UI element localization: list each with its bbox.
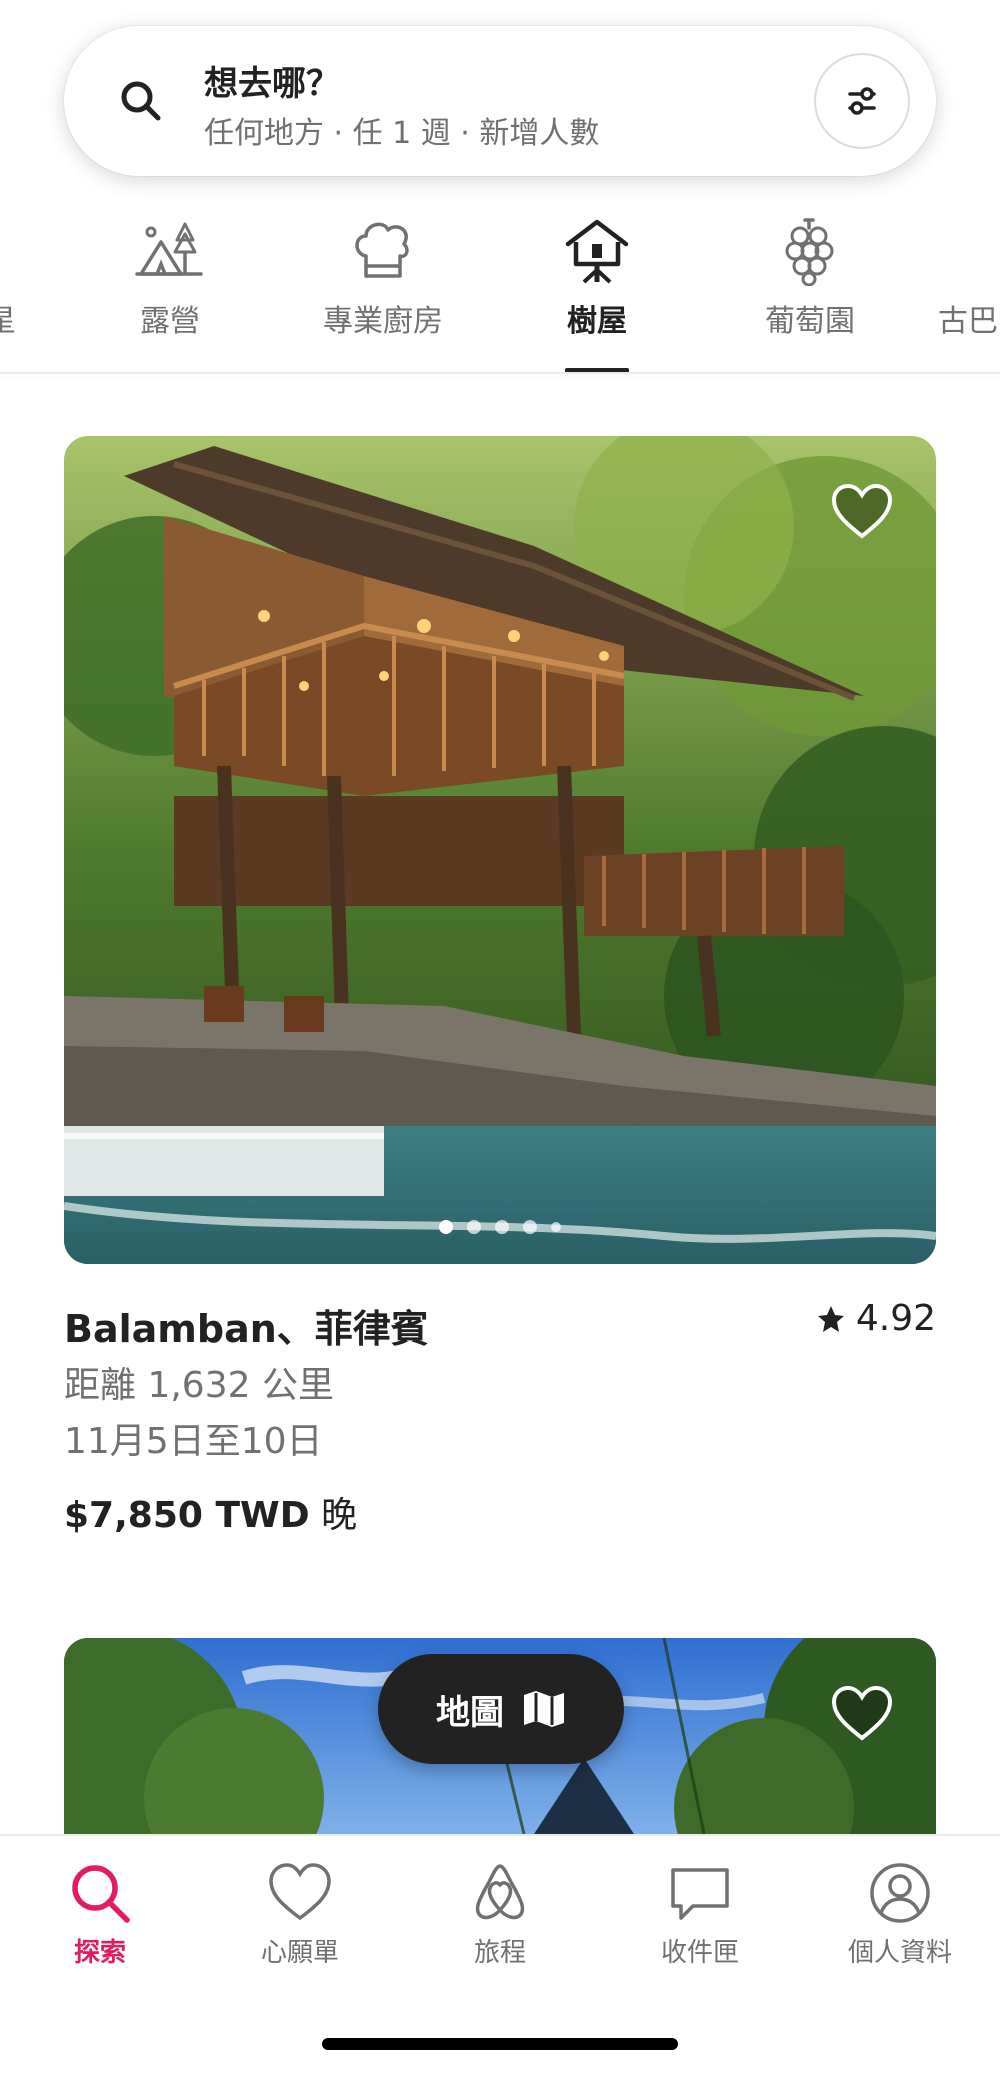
wishlist-heart-icon[interactable] (830, 1684, 894, 1744)
category-label: 樹屋 (567, 304, 627, 339)
category-partial-left[interactable]: 星 (0, 296, 16, 340)
rating-value: 4.92 (855, 1298, 936, 1339)
message-icon (671, 1868, 729, 1920)
nav-label: 心願單 (260, 1938, 339, 1968)
heart-icon (269, 1863, 331, 1921)
grapes-icon (785, 218, 834, 286)
camping-tent-icon (135, 222, 203, 276)
search-icon (72, 1865, 130, 1923)
map-icon (524, 1691, 564, 1727)
listing-dates: 11月5日至10日 (64, 1421, 323, 1462)
home-indicator (322, 2038, 678, 2050)
category-camping[interactable]: 露營 (70, 216, 270, 374)
listing-distance: 距離 1,632 公里 (64, 1365, 334, 1406)
photo-dot[interactable] (551, 1222, 561, 1232)
category-bar: 星 露營 專業廚房 樹屋 葡萄園 古巴 (0, 200, 1000, 374)
nav-profile[interactable]: 個人資料 (800, 1860, 1000, 1969)
nav-label: 收件匣 (660, 1938, 739, 1968)
category-label: 葡萄園 (765, 304, 855, 339)
photo-pagination (64, 1220, 936, 1234)
nav-label: 探索 (73, 1938, 126, 1968)
category-label: 露營 (140, 304, 200, 339)
treehouse-photo (64, 436, 936, 1264)
listing-price: $7,850 TWD 晚 (64, 1486, 357, 1538)
search-icon (121, 81, 161, 121)
category-chef-kitchen[interactable]: 專業廚房 (283, 216, 483, 374)
star-icon (817, 1305, 844, 1332)
category-treehouse[interactable]: 樹屋 (497, 216, 697, 374)
filter-icon (848, 87, 876, 115)
search-subtitle: 任何地方 · 任 1 週 · 新增人數 (204, 116, 600, 151)
photo-dot[interactable] (495, 1220, 509, 1234)
photo-dot[interactable] (467, 1220, 481, 1234)
airbnb-logo-icon (475, 1864, 525, 1920)
photo-dot[interactable] (523, 1220, 537, 1234)
category-partial-right[interactable]: 古巴 (938, 296, 998, 340)
nav-label: 個人資料 (847, 1938, 952, 1968)
listing-photo[interactable] (64, 436, 936, 1264)
nav-label: 旅程 (473, 1938, 526, 1968)
treehouse-icon (565, 219, 629, 284)
chef-hat-icon (355, 222, 409, 278)
map-label: 地圖 (436, 1692, 504, 1733)
search-title: 想去哪？ (204, 64, 340, 104)
category-label: 專業廚房 (323, 304, 443, 339)
category-divider (0, 372, 1000, 374)
nav-trips[interactable]: 旅程 (400, 1860, 600, 1969)
search-bar[interactable]: 想去哪？ 任何地方 · 任 1 週 · 新增人數 (64, 26, 936, 176)
price-unit: 晚 (321, 1495, 358, 1536)
nav-explore[interactable]: 探索 (0, 1860, 200, 1969)
nav-wishlist[interactable]: 心願單 (200, 1860, 400, 1969)
photo-dot-active[interactable] (439, 1220, 453, 1234)
filter-button[interactable] (814, 53, 910, 149)
listing-rating: 4.92 (816, 1298, 936, 1339)
category-vineyard[interactable]: 葡萄園 (710, 216, 910, 374)
price-amount: $7,850 TWD (64, 1495, 310, 1536)
nav-inbox[interactable]: 收件匣 (600, 1860, 800, 1969)
wishlist-heart-icon[interactable] (830, 482, 894, 542)
listing-title[interactable]: Balamban、菲律賓 (64, 1298, 429, 1353)
map-button[interactable]: 地圖 (378, 1654, 624, 1764)
profile-icon (870, 1863, 930, 1923)
